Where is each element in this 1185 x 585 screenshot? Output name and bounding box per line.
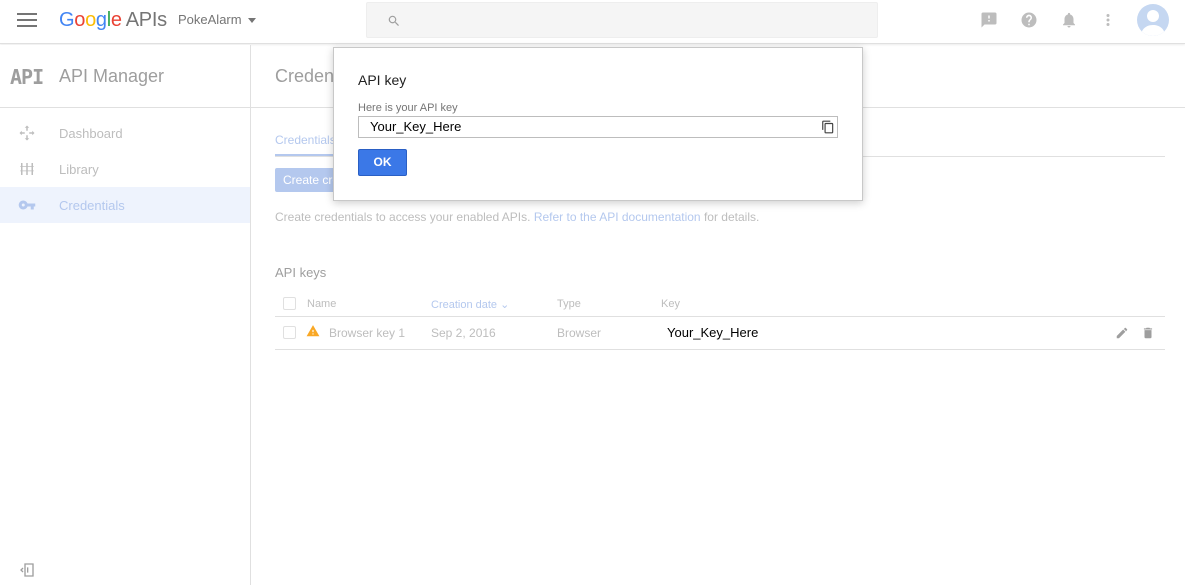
warning-icon [306,325,320,337]
sidebar-item-dashboard[interactable]: Dashboard [0,115,250,151]
key-icon [18,200,36,210]
search-icon [388,15,399,26]
sidebar-header: API API Manager [0,45,250,108]
key-value: Your_Key_Here [667,325,759,340]
row-checkbox[interactable] [283,326,296,339]
column-header-name[interactable]: Name [307,298,336,310]
sidebar-item-credentials[interactable]: Credentials [0,187,250,223]
select-all-checkbox[interactable] [283,297,296,310]
google-apis-logo[interactable]: Google APIs [59,9,167,32]
collapse-sidebar-icon[interactable] [19,562,35,578]
help-icon[interactable] [1020,11,1038,29]
project-selector[interactable]: PokeAlarm [178,12,256,27]
library-icon [20,163,34,175]
key-type: Browser [557,326,602,340]
more-vert-icon[interactable] [1099,11,1117,29]
copy-icon[interactable] [821,119,835,135]
api-key-label: Here is your API key [358,102,458,114]
sidebar-item-label: Library [59,162,99,177]
sidebar-item-label: Dashboard [59,126,123,141]
column-header-creation-date[interactable]: Creation date ⌄ [431,298,509,311]
top-app-bar: Google APIs PokeAlarm [0,0,1185,44]
api-key-field[interactable]: Your_Key_Here [358,116,838,138]
sort-chevron-icon: ⌄ [500,299,510,311]
table-header: Name Creation date ⌄ Type Key [275,290,1165,317]
key-creation-date: Sep 2, 2016 [431,326,496,340]
key-name[interactable]: Browser key 1 [329,326,405,340]
column-header-key[interactable]: Key [661,298,680,310]
table-row[interactable]: Browser key 1 Sep 2, 2016 Browser Your_K… [275,318,1165,350]
api-manager-title: API Manager [59,66,165,86]
person-icon [1141,10,1165,36]
ok-button[interactable]: OK [358,149,407,176]
dialog-title: API key [358,72,407,88]
chevron-down-icon [247,18,256,24]
notifications-icon[interactable] [1060,11,1078,29]
edit-icon[interactable] [1115,326,1129,340]
api-key-dialog: API key Here is your API key Your_Key_He… [333,47,863,201]
column-header-type[interactable]: Type [557,298,581,310]
sidebar: API API Manager Dashboard Library Creden… [0,45,251,585]
search-input[interactable] [366,2,878,38]
credentials-info-text: Create credentials to access your enable… [275,210,760,224]
api-keys-section-title: API keys [275,265,327,280]
account-avatar[interactable] [1137,4,1169,36]
project-name: PokeAlarm [178,12,242,27]
api-documentation-link[interactable]: Refer to the API documentation [534,210,701,224]
sidebar-item-library[interactable]: Library [0,151,250,187]
feedback-icon[interactable] [980,11,998,29]
delete-icon[interactable] [1141,326,1155,340]
tab-credentials[interactable]: Credentials [275,133,336,156]
menu-icon[interactable] [17,13,37,29]
api-logo: API [10,65,44,89]
dashboard-icon [19,125,35,141]
sidebar-item-label: Credentials [59,198,125,213]
